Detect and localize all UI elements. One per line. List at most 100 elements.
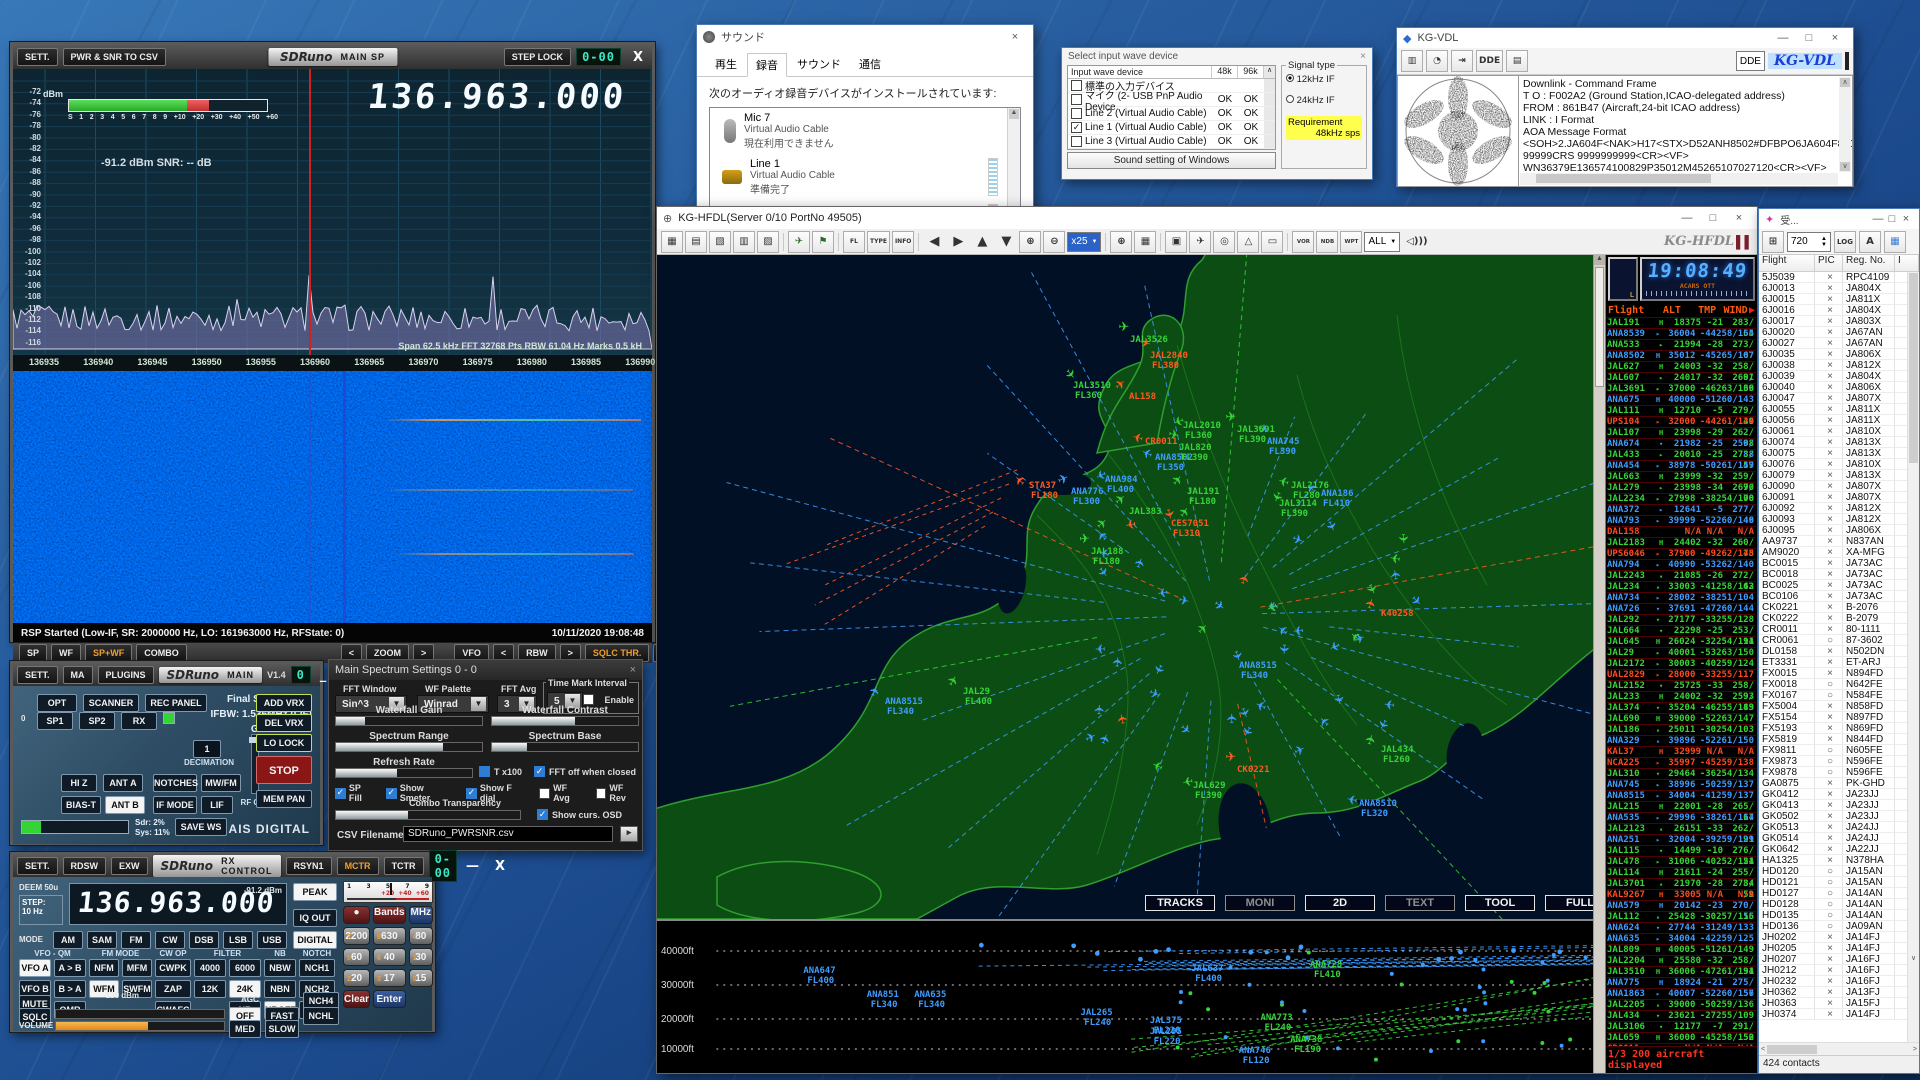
- flight-row[interactable]: JAL111H12710-5279/ 49: [1607, 406, 1756, 417]
- contact-row[interactable]: JH0207×JA16FJ: [1759, 954, 1907, 965]
- contact-row[interactable]: GK0413×JA23JJ: [1759, 800, 1907, 811]
- rx-nfm-button[interactable]: NFM: [89, 959, 119, 977]
- folder-icon[interactable]: ▸: [620, 826, 638, 842]
- map-tool-button[interactable]: TOOL: [1465, 895, 1535, 911]
- flight-row[interactable]: JAL2183H24402-32260/ 75: [1607, 538, 1756, 549]
- flight-row[interactable]: UPS6046▸37900-49262/148: [1607, 549, 1756, 560]
- contact-row[interactable]: HD0128○JA14AN: [1759, 899, 1907, 910]
- sp-titlebar[interactable]: SETT. PWR & SNR TO CSV SDRuno MAIN SP ST…: [13, 45, 652, 69]
- flight-row[interactable]: ANA8515▸34004-41259/137: [1607, 791, 1756, 802]
- flight-table[interactable]: JAL191H18375-21283/ 64ANA8539▸36004-4425…: [1606, 318, 1757, 1046]
- flight-row[interactable]: KAL37H32999N/AN/A: [1607, 747, 1756, 758]
- sp2-button[interactable]: SP2: [79, 712, 115, 730]
- contact-row[interactable]: HD0121○JA15AN: [1759, 877, 1907, 888]
- contact-row[interactable]: 6J0091×JA807X: [1759, 492, 1907, 503]
- nchl-button[interactable]: NCHL: [303, 1007, 339, 1025]
- contact-row[interactable]: ET3331×ET-ARJ: [1759, 657, 1907, 668]
- flight-row[interactable]: DAL158N/AN/AN/A: [1607, 527, 1756, 538]
- flight-row[interactable]: JAL292▾27177-33255/128: [1607, 615, 1756, 626]
- device-checkbox[interactable]: ✓: [1071, 122, 1082, 133]
- contact-row[interactable]: 6J0013×JA804X: [1759, 283, 1907, 294]
- contact-row[interactable]: FX9878○N596FE: [1759, 767, 1907, 778]
- main-plugins-button[interactable]: PLUGINS: [98, 666, 154, 684]
- refresh-rate-slider[interactable]: [335, 768, 473, 778]
- flight-row[interactable]: ANA454▸38978-50261/149: [1607, 461, 1756, 472]
- log-icon[interactable]: LOG: [1834, 231, 1856, 253]
- fftoff-check[interactable]: ✓FFT off when closed: [534, 766, 636, 777]
- flight-row[interactable]: ANA579H20142-23270/ 55: [1607, 901, 1756, 912]
- device-checkbox[interactable]: [1071, 94, 1082, 105]
- contact-row[interactable]: GK0642×JA22JJ: [1759, 844, 1907, 855]
- rx-cwpk-button[interactable]: CWPK: [155, 959, 191, 977]
- kgvdl-dde-button[interactable]: DDE: [1736, 51, 1765, 71]
- contact-row[interactable]: GK0502×JA23JJ: [1759, 811, 1907, 822]
- contact-row[interactable]: 6J0092×JA812X: [1759, 503, 1907, 514]
- sp-sp-wf-button[interactable]: SP+WF: [85, 644, 132, 662]
- contact-row[interactable]: HD0136○JA09AN: [1759, 921, 1907, 932]
- sp-waterfall[interactable]: [13, 371, 652, 623]
- exw-button[interactable]: EXW: [111, 857, 148, 875]
- label-toggle-type[interactable]: TYPE: [867, 231, 890, 253]
- flight-row[interactable]: JAL2205▴39000-50259/136: [1607, 1000, 1756, 1011]
- flight-row[interactable]: JAL191H18375-21283/ 64: [1607, 318, 1756, 329]
- contact-row[interactable]: 6J0027×JA67AN: [1759, 338, 1907, 349]
- rx-close-icon[interactable]: X: [490, 859, 510, 874]
- rx-nch1-button[interactable]: NCH1: [299, 959, 335, 977]
- mode-dsb-button[interactable]: DSB: [189, 931, 219, 949]
- squelch-slider[interactable]: [55, 1009, 225, 1019]
- contacts-maximize-icon[interactable]: □: [1885, 213, 1899, 225]
- symbol-icon-4[interactable]: ▭: [1261, 231, 1283, 253]
- iqout-button[interactable]: IQ OUT: [293, 909, 337, 927]
- specset-close-icon[interactable]: ×: [630, 664, 636, 676]
- flight-row[interactable]: ANA251▸32004-39259/129: [1607, 835, 1756, 846]
- view-icon-4[interactable]: ▨: [757, 231, 779, 253]
- contact-row[interactable]: 6J0015×JA811X: [1759, 294, 1907, 305]
- kgvdl-vscrollbar[interactable]: ∧∨: [1839, 77, 1851, 172]
- colors-icon[interactable]: ▦: [1884, 231, 1906, 253]
- sp-fill-check[interactable]: ✓SP Fill: [335, 783, 376, 803]
- mwfm-button[interactable]: MW/FM: [201, 774, 241, 792]
- band-key-80[interactable]: 804: [409, 927, 433, 945]
- sound-device-row[interactable]: Line 1Virtual Audio Cable準備完了: [710, 154, 1020, 200]
- anta-button[interactable]: ANT A: [103, 774, 143, 792]
- rx-ab-button[interactable]: A > B: [54, 959, 86, 977]
- contact-row[interactable]: 6J0020×JA67AN: [1759, 327, 1907, 338]
- contact-row[interactable]: BC0106×JA73AC: [1759, 591, 1907, 602]
- flight-row[interactable]: JAL112▴25428-30257/116: [1607, 912, 1756, 923]
- mode-lsb-button[interactable]: LSB: [223, 931, 253, 949]
- contact-row[interactable]: 6J0074×JA813X: [1759, 437, 1907, 448]
- waterfall-contrast-slider[interactable]: [491, 716, 639, 726]
- peak-button[interactable]: PEAK: [293, 883, 337, 901]
- wf-avg-check[interactable]: WF Avg: [539, 783, 585, 803]
- contact-row[interactable]: JH0362×JA13FJ: [1759, 987, 1907, 998]
- combo-transparency-slider[interactable]: [335, 810, 521, 820]
- contact-row[interactable]: FX9811○N605FE: [1759, 745, 1907, 756]
- flight-row[interactable]: JAL2123▴26151-33262/ 91: [1607, 824, 1756, 835]
- aircraft-icon-0[interactable]: ✈: [788, 231, 810, 253]
- sp-frequency-display[interactable]: 136.963.000: [366, 77, 628, 117]
- kgvdl-hscrollbar[interactable]: [1520, 173, 1838, 185]
- flight-row[interactable]: ANA794▸40990-53262/140: [1607, 560, 1756, 571]
- flight-row[interactable]: JAL115▾14499-10276/ 51: [1607, 846, 1756, 857]
- sp-sett-button[interactable]: SETT.: [17, 48, 58, 66]
- hfdl-map[interactable]: ✈✈✈✈✈✈✈✈✈✈✈✈✈✈✈✈✈✈✈✈✈✈✈✈✈✈✈✈✈✈✈✈✈✈✈✈✈✈✈✈…: [657, 255, 1593, 919]
- mode-sam-button[interactable]: SAM: [87, 931, 117, 949]
- contact-row[interactable]: AM9020×XA-MFG: [1759, 547, 1907, 558]
- main-ma-button[interactable]: MA: [63, 666, 93, 684]
- contacts-header[interactable]: Flight PIC Reg. No. I: [1759, 255, 1919, 272]
- contact-row[interactable]: FX0015×N894FD: [1759, 668, 1907, 679]
- contacts-hscrollbar[interactable]: < >: [1759, 1042, 1919, 1055]
- flight-table-header[interactable]: FlightALT TMPWIND ▶: [1606, 303, 1757, 318]
- grid-icon[interactable]: ⊞: [1762, 231, 1784, 253]
- wave-sound-setting-button[interactable]: Sound setting of Windows: [1067, 152, 1276, 169]
- device-checkbox[interactable]: [1071, 80, 1082, 91]
- overlay-icon-1[interactable]: ▦: [1134, 231, 1156, 253]
- rx-zap-button[interactable]: ZAP: [155, 980, 191, 998]
- view-icon-1[interactable]: ▤: [685, 231, 707, 253]
- wave-device-row[interactable]: マイク (2- USB PnP Audio DeviceOKOK: [1068, 93, 1275, 107]
- spectrum-range-slider[interactable]: [335, 742, 483, 752]
- flight-row[interactable]: KAL9267H33005N/AN/A: [1607, 890, 1756, 901]
- waterfall-gain-slider[interactable]: [335, 716, 483, 726]
- ifmode-button[interactable]: IF MODE: [153, 796, 197, 814]
- contact-row[interactable]: FX0018○N642FE: [1759, 679, 1907, 690]
